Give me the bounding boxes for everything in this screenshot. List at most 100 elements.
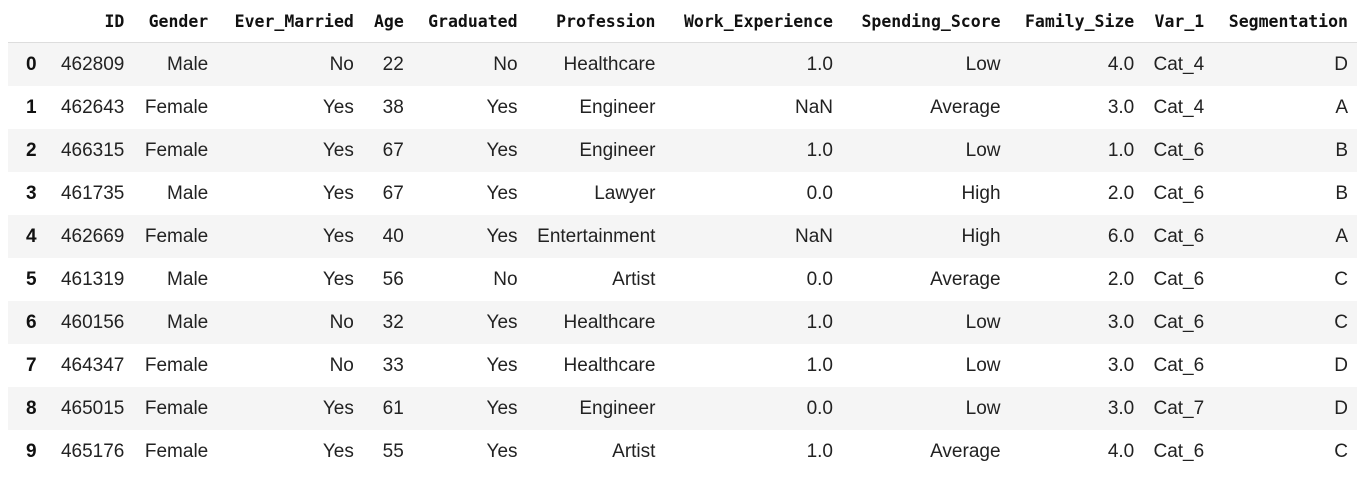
- cell-gender: Female: [144, 96, 209, 118]
- cell-id: 460156: [60, 311, 125, 333]
- cell-family-size: 4.0: [1107, 440, 1135, 462]
- cell-profession: Engineer: [579, 397, 656, 419]
- cell-spending-score: Low: [965, 311, 1001, 333]
- cell-age: 61: [382, 397, 404, 419]
- cell-id: 462809: [60, 53, 125, 75]
- cell-segmentation: B: [1335, 139, 1348, 161]
- column-header-family-size: Family_Size: [1009, 0, 1144, 43]
- column-header-work-experience: Work_Experience: [664, 0, 842, 43]
- cell-work-experience: 0.0: [806, 182, 833, 204]
- cell-var-1: Cat_4: [1153, 53, 1205, 75]
- cell-var-1: Cat_4: [1153, 96, 1205, 118]
- cell-ever-married: No: [329, 354, 354, 376]
- cell-gender: Male: [167, 268, 209, 290]
- cell-gender: Female: [144, 225, 209, 247]
- row-index: 0: [26, 53, 37, 75]
- cell-id: 464347: [60, 354, 125, 376]
- cell-id: 461735: [60, 182, 125, 204]
- row-index: 1: [26, 96, 37, 118]
- row-index: 4: [26, 225, 37, 247]
- cell-family-size: 2.0: [1107, 182, 1135, 204]
- cell-work-experience: 1.0: [806, 311, 833, 333]
- cell-spending-score: Average: [930, 96, 1001, 118]
- index-header: [8, 0, 46, 43]
- cell-profession: Entertainment: [537, 225, 656, 247]
- table-body: 0 462809 Male No 22 No Healthcare 1.0 Low 4.0 Cat_…: [8, 42, 1357, 473]
- table-header: ID Gender Ever_Married Age Graduated Professi…: [8, 0, 1357, 43]
- cell-graduated: Yes: [486, 182, 518, 204]
- cell-profession: Healthcare: [563, 354, 656, 376]
- row-index: 6: [26, 311, 37, 333]
- cell-age: 33: [382, 354, 404, 376]
- column-header-gender: Gender: [133, 0, 218, 43]
- cell-id: 461319: [60, 268, 125, 290]
- cell-var-1: Cat_6: [1153, 139, 1205, 161]
- cell-id: 462669: [60, 225, 125, 247]
- cell-age: 67: [382, 139, 404, 161]
- table-row: 5 461319 Male Yes 56 No Artist 0.0 Average 2.0 Cat…: [8, 258, 1357, 301]
- column-header-age: Age: [362, 0, 413, 43]
- cell-graduated: Yes: [486, 225, 518, 247]
- cell-family-size: 3.0: [1107, 397, 1135, 419]
- column-header-profession: Profession: [526, 0, 665, 43]
- cell-graduated: No: [493, 53, 518, 75]
- cell-segmentation: A: [1335, 225, 1348, 247]
- cell-ever-married: Yes: [322, 182, 354, 204]
- row-index: 9: [26, 440, 37, 462]
- cell-spending-score: High: [961, 182, 1001, 204]
- cell-spending-score: Low: [965, 354, 1001, 376]
- cell-graduated: Yes: [486, 354, 518, 376]
- table-row: 0 462809 Male No 22 No Healthcare 1.0 Low 4.0 Cat_…: [8, 42, 1357, 86]
- cell-work-experience: 1.0: [806, 53, 833, 75]
- cell-ever-married: Yes: [322, 397, 354, 419]
- cell-var-1: Cat_6: [1153, 440, 1205, 462]
- cell-segmentation: C: [1334, 440, 1348, 462]
- cell-graduated: Yes: [486, 397, 518, 419]
- row-index: 8: [26, 397, 37, 419]
- cell-spending-score: Low: [965, 139, 1001, 161]
- cell-gender: Male: [167, 53, 209, 75]
- cell-segmentation: D: [1334, 53, 1348, 75]
- table-row: 4 462669 Female Yes 40 Yes Entertainment NaN Hig…: [8, 215, 1357, 258]
- cell-gender: Female: [144, 354, 209, 376]
- cell-family-size: 2.0: [1107, 268, 1135, 290]
- cell-work-experience: 1.0: [806, 139, 833, 161]
- cell-var-1: Cat_6: [1153, 225, 1205, 247]
- cell-gender: Male: [167, 182, 209, 204]
- cell-graduated: No: [493, 268, 518, 290]
- cell-ever-married: Yes: [322, 96, 354, 118]
- cell-var-1: Cat_6: [1153, 182, 1205, 204]
- dataframe-table: ID Gender Ever_Married Age Graduated Professi…: [8, 0, 1357, 473]
- cell-family-size: 6.0: [1107, 225, 1135, 247]
- column-header-graduated: Graduated: [412, 0, 527, 43]
- cell-spending-score: Low: [965, 53, 1001, 75]
- row-index: 2: [26, 139, 37, 161]
- cell-age: 55: [382, 440, 404, 462]
- cell-work-experience: 1.0: [806, 354, 833, 376]
- cell-ever-married: Yes: [322, 440, 354, 462]
- cell-id: 462643: [60, 96, 125, 118]
- cell-work-experience: NaN: [794, 96, 833, 118]
- column-header-spending-score: Spending_Score: [841, 0, 1010, 43]
- cell-var-1: Cat_6: [1153, 354, 1205, 376]
- dataframe-output: ID Gender Ever_Married Age Graduated Professi…: [8, 0, 1357, 473]
- column-header-ever-married: Ever_Married: [217, 0, 363, 43]
- cell-profession: Artist: [612, 440, 656, 462]
- table-row: 3 461735 Male Yes 67 Yes Lawyer 0.0 High 2.0 Cat_6…: [8, 172, 1357, 215]
- column-header-segmentation: Segmentation: [1213, 0, 1357, 43]
- cell-family-size: 3.0: [1107, 354, 1135, 376]
- cell-graduated: Yes: [486, 311, 518, 333]
- cell-graduated: Yes: [486, 440, 518, 462]
- cell-profession: Lawyer: [594, 182, 656, 204]
- cell-profession: Artist: [612, 268, 656, 290]
- cell-id: 465015: [60, 397, 125, 419]
- cell-id: 465176: [60, 440, 125, 462]
- row-index: 5: [26, 268, 37, 290]
- cell-age: 67: [382, 182, 404, 204]
- cell-gender: Male: [167, 311, 209, 333]
- cell-family-size: 1.0: [1107, 139, 1135, 161]
- row-index: 7: [26, 354, 37, 376]
- cell-ever-married: Yes: [322, 268, 354, 290]
- row-index: 3: [26, 182, 37, 204]
- cell-work-experience: 0.0: [806, 397, 833, 419]
